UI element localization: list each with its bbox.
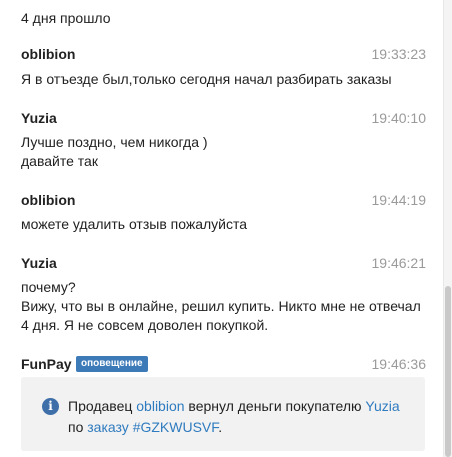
notification-badge: оповещение xyxy=(76,356,148,372)
notice-text-part: . xyxy=(218,419,223,435)
message-time: 19:33:23 xyxy=(371,46,427,62)
message-time: 19:46:21 xyxy=(371,255,427,271)
message-text: 4 дня. Я не совсем доволен покупкой. xyxy=(21,317,269,333)
message-author[interactable]: oblibion xyxy=(21,44,75,64)
buyer-link[interactable]: Yuzia xyxy=(365,398,399,414)
notice-text-part: Продавец xyxy=(68,398,137,414)
message-text: Я в отъезде был,только сегодня начал раз… xyxy=(21,71,392,87)
message-author[interactable]: Yuzia xyxy=(21,253,57,273)
chat-history: 4 дня прошло oblibion 19:33:23 Я в отъез… xyxy=(0,0,438,457)
refund-notice: i Продавец oblibion вернул деньги покупа… xyxy=(21,377,425,451)
message-author[interactable]: FunPay xyxy=(21,354,72,374)
seller-link[interactable]: oblibion xyxy=(136,398,184,414)
message-author[interactable]: Yuzia xyxy=(21,108,57,128)
notice-text-part: вернул деньги покупателю xyxy=(184,398,366,414)
info-icon: i xyxy=(42,398,59,415)
order-link-word: заказу xyxy=(87,419,129,435)
order-link[interactable]: заказу #GZKWUSVF xyxy=(87,419,218,435)
message-text: давайте так xyxy=(21,153,98,169)
scrollbar-thumb[interactable] xyxy=(445,286,451,457)
message-text: почему? xyxy=(21,279,76,295)
message-text: 4 дня прошло xyxy=(21,10,111,26)
message-author[interactable]: oblibion xyxy=(21,190,75,210)
message-time: 19:40:10 xyxy=(371,110,427,126)
message-time: 19:44:19 xyxy=(371,192,427,208)
message-text: Лучше поздно, чем никогда ) xyxy=(21,134,208,150)
chat-scrollbar[interactable] xyxy=(443,0,452,457)
order-id: #GZKWUSVF xyxy=(132,419,219,435)
message-time: 19:46:36 xyxy=(371,356,427,372)
message-text: Вижу, что вы в онлайне, решил купить. Ни… xyxy=(21,298,421,314)
notice-text: Продавец oblibion вернул деньги покупате… xyxy=(68,396,400,438)
notice-text-part: по xyxy=(68,419,88,435)
message-text: можете удалить отзыв пожалуйста xyxy=(21,216,248,232)
